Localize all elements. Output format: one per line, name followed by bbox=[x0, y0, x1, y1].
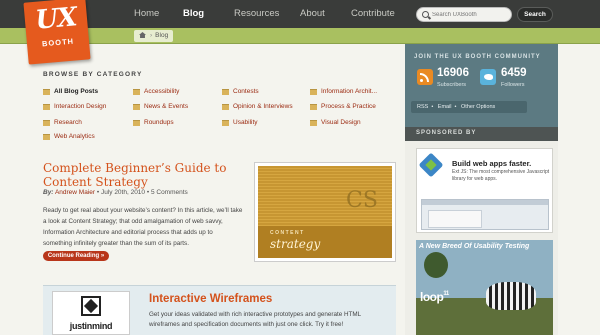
byline-dot: • bbox=[146, 189, 150, 196]
community-title: JOIN THE UX BOOTH COMMUNITY bbox=[414, 54, 541, 60]
article-byline: By: Andrew Maier • July 20th, 2010 • 5 C… bbox=[43, 189, 188, 196]
breadcrumb-separator: › bbox=[150, 32, 153, 39]
nav-blog[interactable]: Blog bbox=[183, 8, 204, 19]
browse-heading: BROWSE BY CATEGORY bbox=[43, 71, 143, 78]
byline-dot: • bbox=[96, 189, 100, 196]
article-excerpt: Ready to get real about your website’s c… bbox=[43, 207, 243, 247]
article-author[interactable]: Andrew Maier bbox=[55, 189, 95, 196]
continue-reading-button[interactable]: Continue Reading » bbox=[43, 251, 109, 261]
ad2-headline[interactable]: A New Breed Of Usability Testing bbox=[419, 243, 529, 250]
folder-icon bbox=[43, 89, 50, 95]
search-button[interactable]: Search bbox=[517, 7, 553, 22]
home-icon[interactable] bbox=[139, 32, 146, 38]
search-icon bbox=[422, 11, 429, 18]
link-separator: • bbox=[454, 104, 457, 110]
article-comments[interactable]: 5 Comments bbox=[151, 189, 188, 196]
thumbnail-kicker: CONTENT bbox=[270, 230, 305, 236]
follower-count: 6459 bbox=[501, 67, 527, 79]
search-box bbox=[416, 7, 512, 22]
follower-label: Followers bbox=[501, 82, 525, 88]
promo-text: Get your ideas validated with rich inter… bbox=[149, 311, 361, 328]
nav-home[interactable]: Home bbox=[134, 8, 159, 19]
justinmind-logo-icon bbox=[81, 296, 101, 316]
breadcrumb-current[interactable]: Blog bbox=[155, 32, 168, 39]
other-options-link[interactable]: Other Options bbox=[461, 104, 495, 110]
nav-contribute[interactable]: Contribute bbox=[351, 8, 395, 19]
search-input[interactable] bbox=[432, 10, 510, 20]
folder-icon bbox=[43, 120, 50, 126]
promo-logo[interactable]: justinmind bbox=[52, 291, 130, 335]
rss-icon[interactable] bbox=[417, 69, 433, 85]
article-date: July 20th, 2010 bbox=[100, 189, 146, 196]
folder-icon bbox=[310, 120, 317, 126]
subscriber-count: 16906 bbox=[437, 67, 469, 79]
logo-ux: UX bbox=[34, 2, 78, 36]
byline-prefix: By: bbox=[43, 189, 54, 196]
folder-icon bbox=[43, 134, 50, 140]
folder-icon bbox=[222, 120, 229, 126]
ad-tree bbox=[424, 252, 448, 278]
article-title[interactable]: Complete Beginner’s Guide to Content Str… bbox=[43, 161, 243, 189]
folder-icon bbox=[222, 89, 229, 95]
site-logo[interactable]: UX BOOTH bbox=[23, 0, 91, 65]
folder-icon bbox=[222, 104, 229, 110]
link-separator: • bbox=[431, 104, 434, 110]
nav-resources[interactable]: Resources bbox=[234, 8, 279, 19]
breadcrumb: › Blog bbox=[134, 30, 174, 42]
folder-icon bbox=[133, 104, 140, 110]
rss-link[interactable]: RSS bbox=[417, 104, 428, 110]
folder-icon bbox=[133, 120, 140, 126]
promo-brand: justinmind bbox=[69, 321, 113, 331]
loop11-logo[interactable]: loop11 bbox=[420, 290, 449, 304]
twitter-icon[interactable] bbox=[480, 69, 496, 85]
folder-icon bbox=[43, 104, 50, 110]
logo-booth: BOOTH bbox=[41, 36, 75, 49]
subnav-band bbox=[0, 28, 600, 44]
thumbnail-word: strategy bbox=[270, 237, 321, 251]
thumbnail-watermark: CS bbox=[346, 188, 378, 213]
ad1-text: Ext JS: The most comprehensive Javascrip… bbox=[452, 169, 550, 182]
promo-title[interactable]: Interactive Wireframes bbox=[149, 293, 272, 305]
nav-about[interactable]: About bbox=[300, 8, 325, 19]
sponsored-title: SPONSORED BY bbox=[416, 130, 477, 136]
folder-icon bbox=[310, 89, 317, 95]
extjs-logo-icon bbox=[418, 152, 444, 178]
article-thumbnail[interactable]: CS CONTENT strategy bbox=[258, 166, 392, 258]
email-link[interactable]: Email bbox=[438, 104, 452, 110]
community-links: RSS • Email • Other Options bbox=[411, 101, 527, 113]
folder-icon bbox=[133, 89, 140, 95]
ad-screenshot bbox=[421, 199, 549, 230]
zebra-image bbox=[486, 282, 536, 310]
sponsor-ad-loop11[interactable] bbox=[416, 240, 553, 335]
ad1-title[interactable]: Build web apps faster. bbox=[452, 159, 531, 168]
folder-icon bbox=[310, 104, 317, 110]
subscriber-label: Subscribers bbox=[437, 82, 467, 88]
